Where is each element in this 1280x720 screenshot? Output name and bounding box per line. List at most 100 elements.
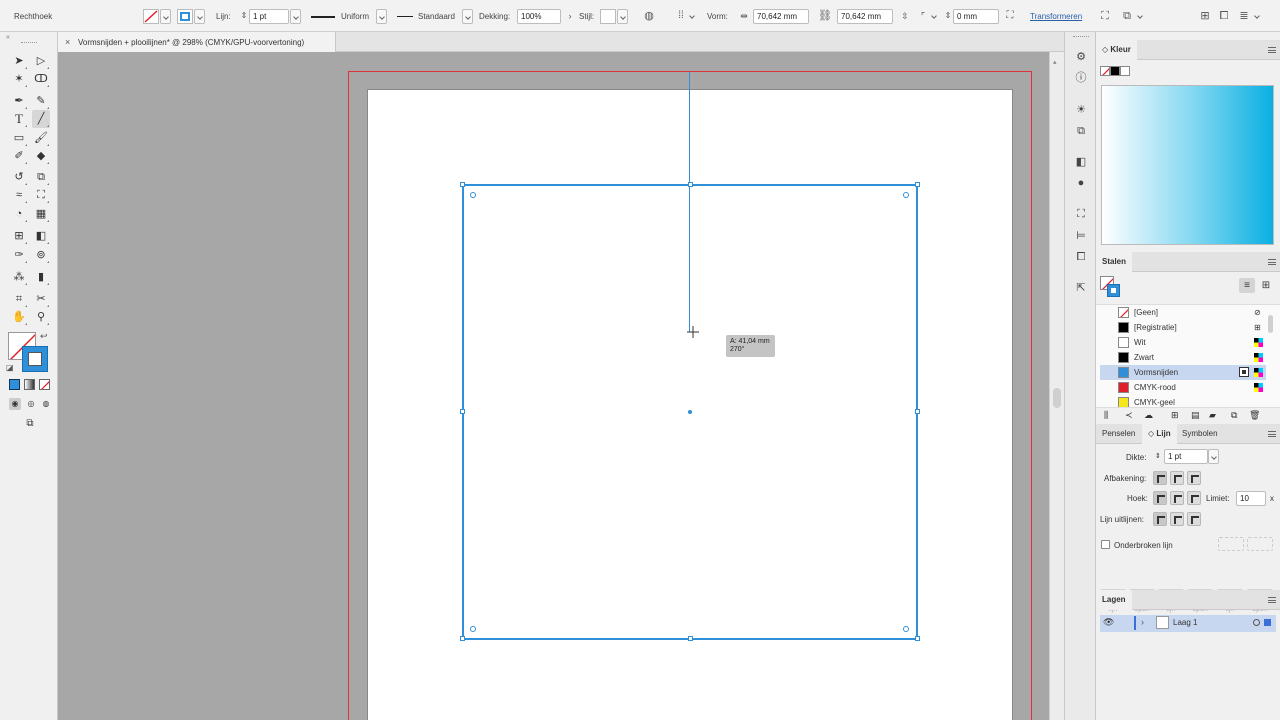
handle-top-right[interactable] (915, 182, 920, 187)
new-swatch-icon[interactable]: ⧉ (1231, 410, 1237, 421)
color-spectrum[interactable] (1101, 85, 1274, 245)
height-field[interactable]: 70,642 mm (837, 9, 893, 24)
corner-widget[interactable] (903, 626, 909, 632)
grid-view-icon[interactable]: ⊞ (1197, 8, 1213, 24)
stalen-fill-stroke[interactable] (1100, 276, 1122, 298)
stroke-weight-field[interactable]: 1 pt (249, 9, 289, 24)
direct-selection-tool-icon[interactable]: ▷ (32, 52, 50, 70)
square-cap-button[interactable] (1187, 471, 1201, 485)
handle-bottom-middle[interactable] (688, 636, 693, 641)
hand-tool-icon[interactable]: ✋ (10, 308, 28, 326)
pathfinder-icon[interactable]: ⧠ (1073, 249, 1089, 265)
brush-label[interactable]: Standaard (418, 12, 455, 21)
grid-view-icon[interactable]: ⊞ (1258, 278, 1274, 293)
swatch-scrollbar[interactable] (1268, 307, 1274, 407)
symbolen-tab[interactable]: Symbolen (1176, 424, 1224, 444)
gradient-tool-icon[interactable]: ◧ (32, 227, 50, 245)
draw-behind-icon[interactable]: ◎ (25, 398, 37, 410)
scale-corners-icon[interactable]: ⛶ (1002, 8, 1018, 24)
expand-chevron-icon[interactable]: › (1141, 617, 1144, 627)
collapse-icon[interactable]: « (6, 34, 10, 41)
align-dropdown[interactable] (687, 9, 698, 24)
pen-tool-icon[interactable]: ✒ (10, 92, 28, 110)
artboard-tool-icon[interactable]: ⌗ (10, 290, 28, 308)
properties-gear-icon[interactable]: ⚙ (1073, 49, 1089, 65)
swatch-options-icon[interactable]: ▤ (1191, 410, 1200, 421)
limit-field[interactable]: 10 (1236, 491, 1266, 506)
panel-menu-icon[interactable]: ≣ (1236, 8, 1252, 24)
list-view-icon[interactable]: ≡ (1239, 278, 1255, 293)
panel-menu-dropdown[interactable] (1252, 9, 1263, 24)
type-tool-icon[interactable]: T (10, 110, 28, 128)
corner-radius-field[interactable]: 0 mm (953, 9, 999, 24)
chevron-right-icon[interactable]: › (562, 8, 578, 24)
corner-widget[interactable] (470, 192, 476, 198)
screen-mode-icon[interactable]: ⧉ (21, 417, 39, 431)
swatch-row[interactable]: [Geen] ⊘ (1100, 305, 1266, 320)
lasso-tool-icon[interactable]: ↀ (32, 70, 50, 88)
shape-builder-tool-icon[interactable]: ◔ (10, 205, 28, 223)
stroke-profile-dropdown[interactable] (376, 9, 387, 24)
document-icon[interactable]: ⧠ (1216, 8, 1232, 24)
align-inside-button[interactable] (1170, 512, 1184, 526)
panel-menu-icon[interactable] (1268, 597, 1276, 603)
stroke-profile-label[interactable]: Uniform (341, 12, 369, 21)
align-outside-button[interactable] (1187, 512, 1201, 526)
visibility-eye-icon[interactable]: 👁 (1103, 617, 1114, 628)
canvas-pasteboard[interactable]: A: 41,04 mm 270° (58, 52, 1049, 720)
column-graph-tool-icon[interactable]: ▮ (32, 268, 50, 286)
draw-normal-icon[interactable]: ◉ (9, 398, 21, 410)
handle-bottom-right[interactable] (915, 636, 920, 641)
style-swatch[interactable] (600, 9, 616, 24)
rectangle-tool-icon[interactable]: ▭ (10, 129, 28, 147)
dash-preset-2[interactable] (1247, 537, 1273, 551)
draw-inside-icon[interactable]: ◍ (40, 398, 52, 410)
cloud-icon[interactable]: ☁ (1144, 410, 1153, 421)
swatch-row[interactable]: Wit (1100, 335, 1266, 350)
selection-indicator[interactable] (1264, 619, 1271, 626)
delete-trash-icon[interactable]: 🗑 (1249, 410, 1260, 421)
transform-link[interactable]: Transformeren (1030, 12, 1082, 21)
slice-tool-icon[interactable]: ✂ (32, 290, 50, 308)
round-cap-button[interactable] (1170, 471, 1184, 485)
width-tool-icon[interactable]: ≈ (10, 186, 28, 204)
swatch-kind-icon[interactable]: ⊞ (1171, 410, 1179, 421)
isolate-icon[interactable]: ⛶ (1097, 8, 1113, 24)
weight-dropdown[interactable] (1208, 449, 1219, 464)
dash-preset-1[interactable] (1218, 537, 1244, 551)
stroke-dropdown[interactable] (194, 9, 205, 24)
tools-grip[interactable] (21, 42, 37, 43)
weight-field[interactable]: 1 pt (1164, 449, 1208, 464)
swatch-row-selected[interactable]: Vormsnijden (1100, 365, 1266, 380)
color-mode-icon[interactable] (9, 379, 20, 390)
none-swatch-icon[interactable] (1100, 66, 1110, 76)
free-transform-tool-icon[interactable]: ⛶ (32, 186, 50, 204)
round-join-button[interactable] (1170, 491, 1184, 505)
library-icon[interactable]: ⫼ (1104, 410, 1108, 421)
transparency-icon[interactable]: ● (1073, 175, 1089, 191)
magic-wand-tool-icon[interactable]: ✶ (10, 70, 28, 88)
vertical-scrollbar[interactable]: ▴ (1049, 52, 1064, 720)
link-proportions-icon[interactable]: ⛓ (817, 8, 833, 24)
bevel-join-button[interactable] (1187, 491, 1201, 505)
export-icon[interactable]: ⇱ (1073, 280, 1089, 296)
none-mode-icon[interactable] (39, 379, 50, 390)
white-swatch[interactable] (1120, 66, 1130, 76)
miter-join-button[interactable] (1153, 491, 1167, 505)
scroll-up-icon[interactable]: ▴ (1053, 58, 1057, 66)
corner-type-dropdown[interactable] (929, 9, 940, 24)
paintbrush-tool-icon[interactable]: 🖌 (32, 129, 50, 147)
transform-icon[interactable]: ⛶ (1073, 206, 1089, 222)
links-icon[interactable]: ⧉ (1073, 123, 1089, 139)
info-icon[interactable]: ⓘ (1073, 70, 1089, 86)
handle-middle-right[interactable] (915, 409, 920, 414)
handle-middle-left[interactable] (460, 409, 465, 414)
rotate-tool-icon[interactable]: ↺ (10, 168, 28, 186)
gradient-mode-icon[interactable] (24, 379, 35, 390)
blend-tool-icon[interactable]: ⊚ (32, 246, 50, 264)
swatch-row[interactable]: Zwart (1100, 350, 1266, 365)
corner-widget[interactable] (470, 626, 476, 632)
panel-menu-icon[interactable] (1268, 431, 1276, 437)
close-tab-icon[interactable]: × (65, 37, 70, 47)
swatch-row[interactable]: CMYK-rood (1100, 380, 1266, 395)
